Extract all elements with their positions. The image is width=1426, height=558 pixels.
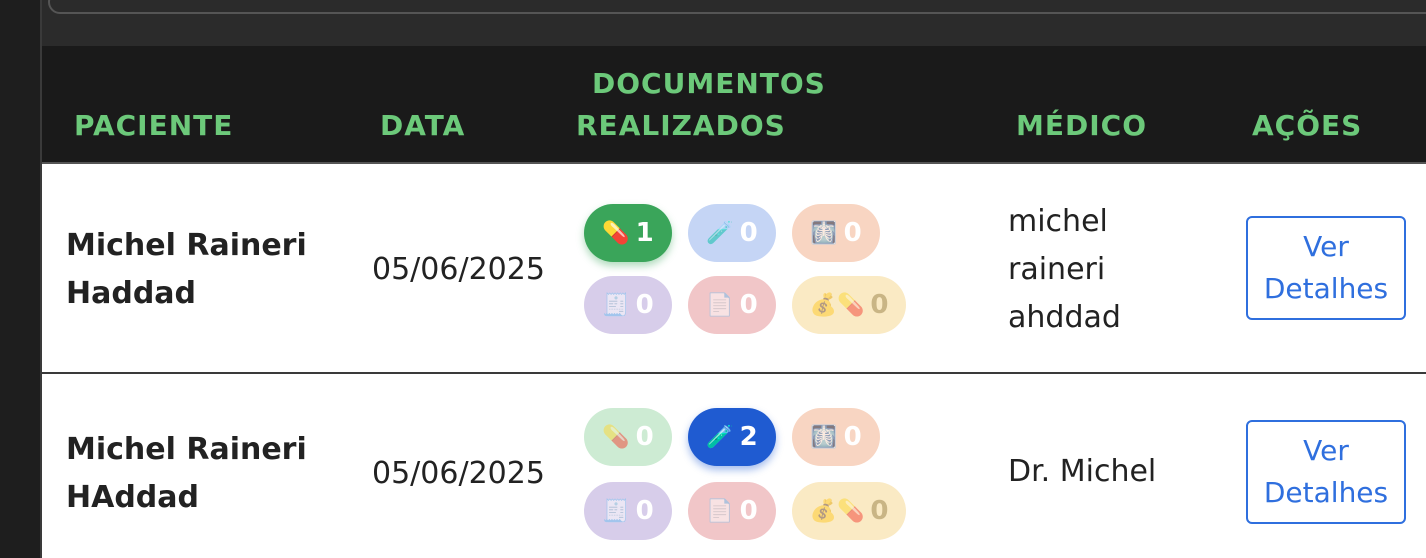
document-icon: 📄	[706, 498, 734, 524]
patient-name-line1: Michel Raineri	[66, 432, 307, 467]
exams-count: 0	[739, 218, 758, 248]
view-details-label-line2: Detalhes	[1263, 476, 1389, 509]
costly-meds-count: 0	[870, 496, 889, 526]
patient-name-line2: Haddad	[66, 276, 197, 311]
view-details-label-line1: Ver	[1303, 230, 1349, 263]
costly-meds-badge[interactable]: 💰💊 0	[792, 482, 906, 540]
reports-count: 0	[635, 496, 654, 526]
test-tube-icon: 🧪	[706, 220, 734, 246]
exams-count: 2	[739, 422, 758, 452]
document-icon: 📄	[706, 292, 734, 318]
patient-name: Michel Raineri Haddad	[66, 222, 307, 318]
table-header: PACIENTE DATA DOCUMENTOS REALIZADOS MÉDI…	[42, 46, 1426, 164]
view-details-label-line2: Detalhes	[1263, 272, 1389, 305]
view-details-button[interactable]: Ver Detalhes	[1246, 420, 1406, 524]
patient-name: Michel Raineri HAddad	[66, 426, 307, 522]
money-pill-icon: 💰💊	[809, 292, 865, 318]
reports-badge[interactable]: 🧾 0	[584, 482, 672, 540]
view-details-button[interactable]: Ver Detalhes	[1246, 216, 1406, 320]
header-documents-line2: REALIZADOS	[576, 109, 786, 142]
doctor-name-line3: ahddad	[1008, 300, 1121, 335]
exams-badge[interactable]: 🧪 0	[688, 204, 776, 262]
patient-name-line2: HAddad	[66, 480, 199, 515]
money-pill-icon: 💰💊	[809, 498, 865, 524]
imaging-count: 0	[843, 218, 862, 248]
prescriptions-badge[interactable]: 💊 1	[584, 204, 672, 262]
prescriptions-count: 1	[635, 218, 654, 248]
doctor-name-line1: Dr. Michel	[1008, 454, 1157, 489]
doctor-name-line2: raineri	[1008, 252, 1106, 287]
imaging-badge[interactable]: 🩻 0	[792, 408, 880, 466]
consultations-table: PACIENTE DATA DOCUMENTOS REALIZADOS MÉDI…	[42, 46, 1426, 558]
reports-count: 0	[635, 290, 654, 320]
header-doctor: MÉDICO	[1016, 109, 1148, 142]
consultation-date: 05/06/2025	[372, 252, 545, 287]
doctor-name: michel raineri ahddad	[1008, 198, 1121, 342]
left-rail	[0, 0, 42, 558]
certificates-count: 0	[739, 496, 758, 526]
costly-meds-count: 0	[870, 290, 889, 320]
filter-input-frame[interactable]	[48, 0, 1426, 14]
reports-badge[interactable]: 🧾 0	[584, 276, 672, 334]
exams-badge[interactable]: 🧪 2	[688, 408, 776, 466]
view-details-label-line1: Ver	[1303, 434, 1349, 467]
receipt-icon: 🧾	[602, 498, 630, 524]
doctor-name-line1: michel	[1008, 204, 1108, 239]
imaging-badge[interactable]: 🩻 0	[792, 204, 880, 262]
costly-meds-badge[interactable]: 💰💊 0	[792, 276, 906, 334]
header-patient: PACIENTE	[74, 109, 234, 142]
table-row: Michel Raineri Haddad 05/06/2025 💊 1 🧪 0…	[42, 164, 1426, 374]
certificates-count: 0	[739, 290, 758, 320]
consultation-date: 05/06/2025	[372, 456, 545, 491]
pill-icon: 💊	[602, 424, 630, 450]
top-panel	[42, 0, 1426, 46]
prescriptions-badge[interactable]: 💊 0	[584, 408, 672, 466]
certificates-badge[interactable]: 📄 0	[688, 276, 776, 334]
table-row: Michel Raineri HAddad 05/06/2025 💊 0 🧪 2…	[42, 374, 1426, 558]
certificates-badge[interactable]: 📄 0	[688, 482, 776, 540]
xray-icon: 🩻	[810, 424, 838, 450]
prescriptions-count: 0	[635, 422, 654, 452]
receipt-icon: 🧾	[602, 292, 630, 318]
imaging-count: 0	[843, 422, 862, 452]
patient-name-line1: Michel Raineri	[66, 228, 307, 263]
pill-icon: 💊	[602, 220, 630, 246]
header-date: DATA	[380, 109, 466, 142]
doctor-name: Dr. Michel	[1008, 448, 1156, 496]
header-documents-line1: DOCUMENTOS	[592, 67, 826, 100]
header-actions: AÇÕES	[1252, 109, 1363, 142]
test-tube-icon: 🧪	[706, 424, 734, 450]
xray-icon: 🩻	[810, 220, 838, 246]
